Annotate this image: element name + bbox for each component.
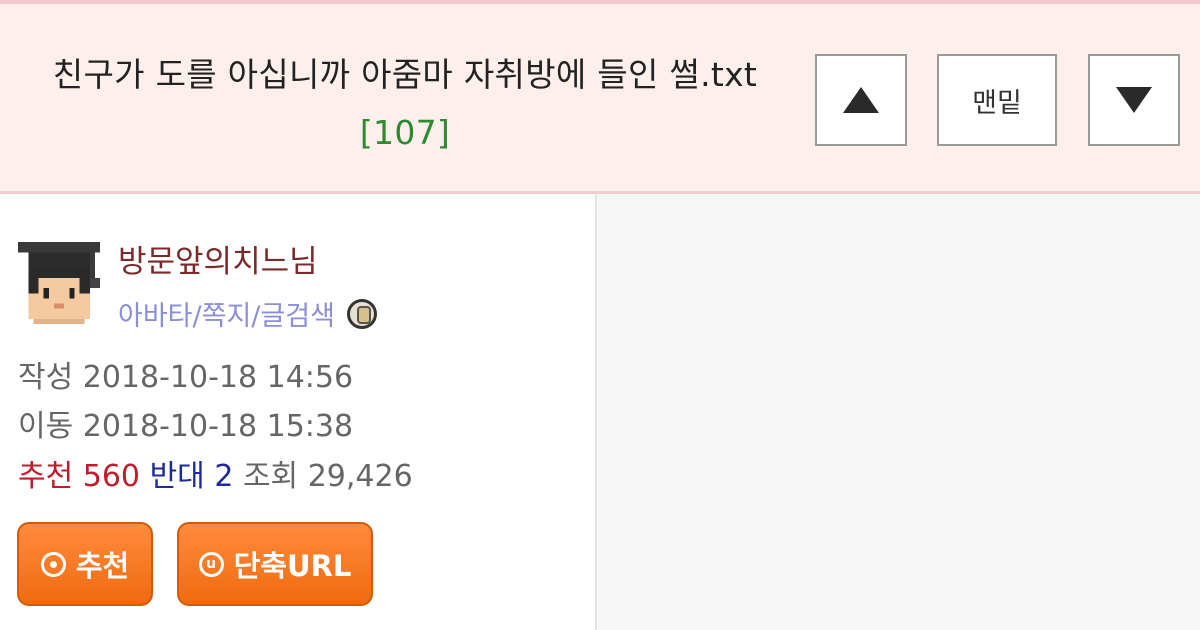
triangle-down-icon xyxy=(1116,87,1152,113)
short-url-button[interactable]: u 단축URL xyxy=(177,522,373,606)
recommend-icon xyxy=(40,551,66,577)
comment-count[interactable]: [107] xyxy=(360,113,450,152)
go-bottom-button[interactable]: 맨밑 xyxy=(937,54,1057,146)
level-badge-icon xyxy=(346,298,377,329)
post-header: 친구가 도를 아십니까 아줌마 자취방에 들인 썰.txt [107] 맨밑 xyxy=(0,4,1200,194)
author-menu-links[interactable]: 아바타/쪽지/글검색 xyxy=(118,294,335,333)
author-links: 아바타/쪽지/글검색 xyxy=(118,294,377,333)
short-url-icon: u xyxy=(198,551,224,577)
views-label: 조회 xyxy=(242,459,299,494)
right-panel xyxy=(597,194,1200,630)
views-count: 29,426 xyxy=(307,459,413,494)
recommend-button-label: 추천 xyxy=(75,549,130,583)
written-value: 2018-10-18 14:56 xyxy=(82,360,354,395)
recommend-count: 560 xyxy=(82,459,141,494)
written-date: 작성 2018-10-18 14:56 xyxy=(18,352,353,396)
scroll-down-button[interactable] xyxy=(1088,54,1180,146)
oppose-count: 2 xyxy=(214,459,234,494)
author-nickname[interactable]: 방문앞의치느님 xyxy=(118,236,318,281)
scroll-up-button[interactable] xyxy=(815,54,907,146)
moved-date: 이동 2018-10-18 15:38 xyxy=(18,401,353,445)
avatar[interactable] xyxy=(18,242,100,324)
post-info-panel: 방문앞의치느님 아바타/쪽지/글검색 작성 2018-10-18 14:56 이… xyxy=(0,194,597,630)
moved-value: 2018-10-18 15:38 xyxy=(82,409,354,444)
oppose-label: 반대 xyxy=(149,459,205,494)
post-title: 친구가 도를 아십니까 아줌마 자취방에 들인 썰.txt [107] xyxy=(30,46,780,162)
post-title-text: 친구가 도를 아십니까 아줌마 자취방에 들인 썰.txt xyxy=(52,55,758,94)
short-url-button-label: 단축URL xyxy=(233,549,352,583)
written-label: 작성 xyxy=(18,360,74,395)
recommend-button[interactable]: 추천 xyxy=(17,522,153,606)
recommend-label: 추천 xyxy=(18,459,74,494)
moved-label: 이동 xyxy=(18,409,74,444)
post-stats: 추천 560 반대 2 조회 29,426 xyxy=(18,451,413,495)
triangle-up-icon xyxy=(843,87,879,113)
